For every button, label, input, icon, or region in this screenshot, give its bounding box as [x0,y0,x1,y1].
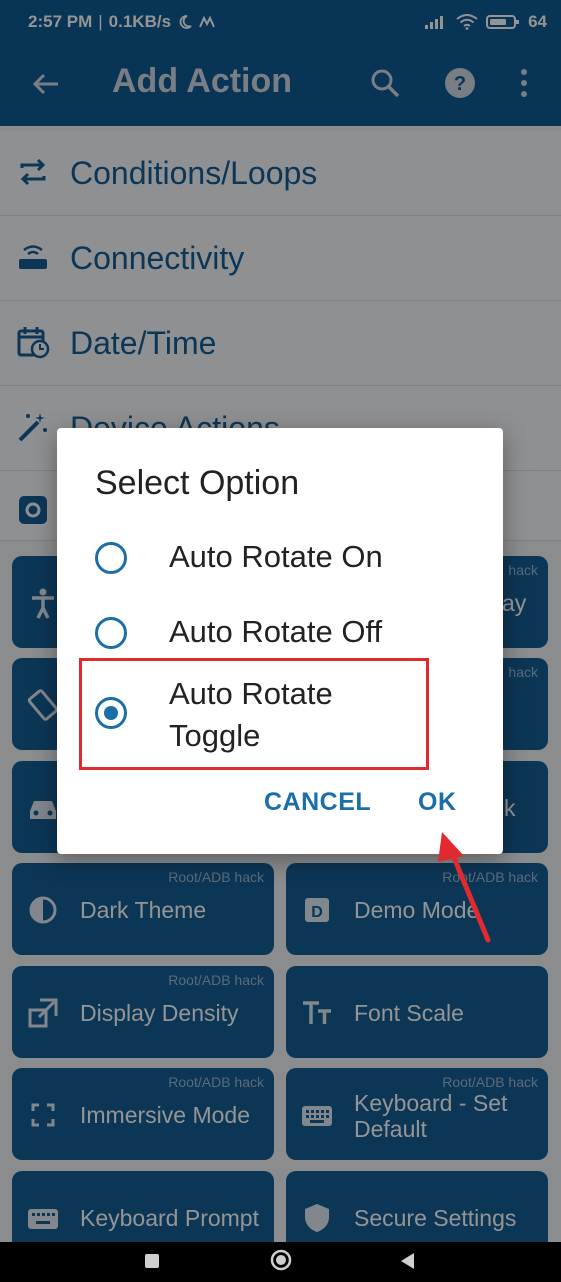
screen: 2:57 PM | 0.1KB/s 64 Add Action ? Condit… [0,0,561,1282]
recents-icon[interactable] [145,1254,159,1268]
home-icon[interactable] [270,1249,292,1271]
system-nav-bar [0,1242,561,1282]
dialog-title: Select Option [95,464,300,502]
back-icon[interactable] [398,1251,416,1271]
option-label: Auto Rotate On [169,539,383,574]
radio-button[interactable] [95,542,127,574]
option-auto-rotate-off[interactable]: Auto Rotate Off [57,611,503,655]
ok-button[interactable]: OK [418,788,457,817]
highlight-box [79,658,429,770]
option-label: Auto Rotate Off [169,614,383,649]
select-option-dialog: Select Option Auto Rotate On Auto Rotate… [57,428,503,854]
radio-button[interactable] [95,617,127,649]
cancel-button[interactable]: CANCEL [264,788,371,817]
annotation-arrow-icon [438,832,491,943]
option-auto-rotate-on[interactable]: Auto Rotate On [57,536,503,580]
